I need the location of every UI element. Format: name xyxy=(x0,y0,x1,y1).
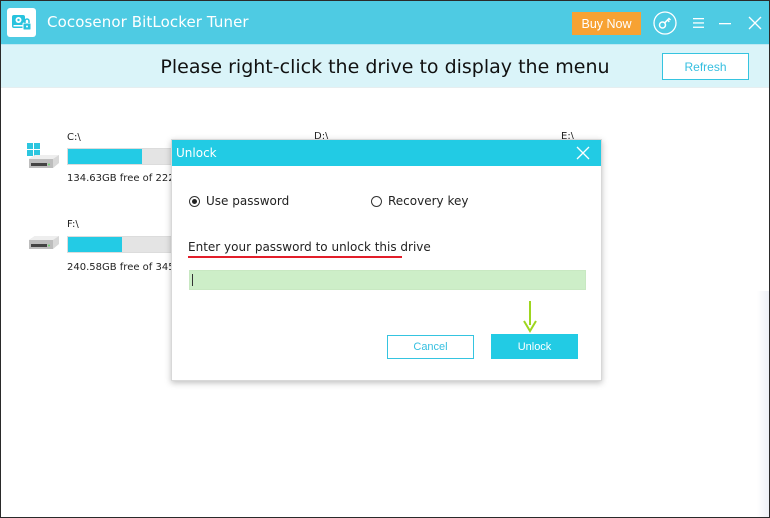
drive-icon xyxy=(25,234,61,258)
recovery-key-radio[interactable]: Recovery key xyxy=(371,194,468,208)
windows-drive-icon xyxy=(25,143,61,175)
instruction-bar: Please right-click the drive to display … xyxy=(1,44,769,88)
refresh-button[interactable]: Refresh xyxy=(662,53,749,80)
arrow-down-icon xyxy=(523,301,537,333)
drive-lock-icon xyxy=(7,8,36,37)
drive-letter: F:\ xyxy=(67,219,79,230)
radio-unchecked-icon[interactable] xyxy=(371,195,382,207)
instruction-label: Please right-click the drive to display … xyxy=(160,56,610,78)
instruction-text: Please right-click the drive to display … xyxy=(1,56,769,78)
app-window: Cocosenor BitLocker Tuner Buy Now Please… xyxy=(0,0,770,518)
minimize-icon[interactable] xyxy=(716,13,734,33)
app-title: Cocosenor BitLocker Tuner xyxy=(47,13,249,31)
highlight-underline xyxy=(188,256,402,258)
use-password-label: Use password xyxy=(206,194,290,208)
dialog-title: Unlock xyxy=(176,146,217,160)
close-icon[interactable] xyxy=(746,13,764,33)
title-bar: Cocosenor BitLocker Tuner Buy Now xyxy=(1,1,769,44)
unlock-button[interactable]: Unlock xyxy=(491,334,578,359)
recovery-key-label: Recovery key xyxy=(388,194,469,208)
dialog-close-icon[interactable] xyxy=(576,145,592,161)
password-prompt: Enter your password to unlock this drive xyxy=(188,240,431,254)
scroll-shadow xyxy=(757,291,769,517)
menu-icon[interactable] xyxy=(690,13,708,33)
drive-letter: C:\ xyxy=(67,132,81,143)
radio-checked-icon[interactable] xyxy=(189,195,200,207)
drive-usage-fill xyxy=(68,149,143,164)
text-caret xyxy=(192,274,193,286)
unlock-dialog: Unlock Use password Recovery key Enter y… xyxy=(171,139,602,381)
use-password-radio[interactable]: Use password xyxy=(189,194,289,208)
password-input[interactable] xyxy=(189,270,586,290)
key-icon[interactable] xyxy=(653,11,677,35)
cancel-button[interactable]: Cancel xyxy=(387,335,474,359)
drive-usage-fill xyxy=(68,237,123,252)
dialog-header: Unlock xyxy=(172,140,601,166)
buy-now-button[interactable]: Buy Now xyxy=(572,12,641,35)
